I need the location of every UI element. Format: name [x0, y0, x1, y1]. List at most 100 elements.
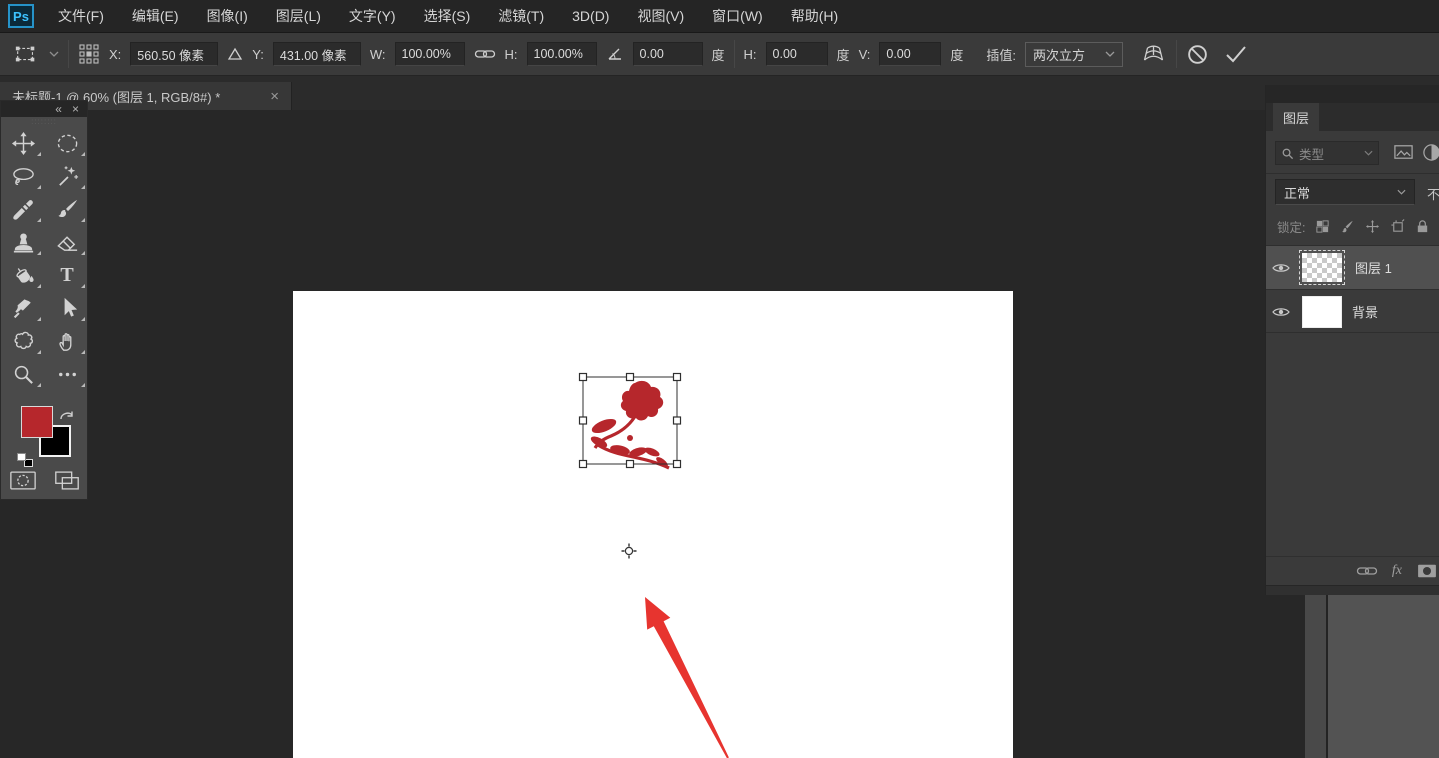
x-position-input[interactable]	[130, 42, 218, 66]
commit-transform-button[interactable]	[1224, 43, 1248, 65]
zoom-tool[interactable]	[1, 358, 45, 391]
menu-file[interactable]: 文件(F)	[44, 0, 118, 33]
lock-position-icon[interactable]	[1365, 219, 1380, 234]
menu-select[interactable]: 选择(S)	[410, 0, 485, 33]
divider	[1266, 332, 1439, 333]
y-position-input[interactable]	[273, 42, 361, 66]
height-scale-input[interactable]	[527, 42, 597, 66]
flower-artwork	[589, 381, 669, 469]
foreground-color-swatch[interactable]	[21, 406, 53, 438]
close-document-icon[interactable]: ×	[266, 88, 283, 105]
layer-filter-select[interactable]: 类型	[1275, 141, 1379, 165]
h-skew-unit-label: 度	[837, 45, 850, 64]
link-dimensions-icon[interactable]	[474, 47, 496, 61]
elliptical-marquee-tool[interactable]	[45, 127, 89, 160]
delta-relative-position-icon[interactable]	[227, 47, 243, 61]
tool-preset-chevron-icon[interactable]	[49, 51, 59, 57]
background-thumbnail[interactable]	[1302, 296, 1342, 328]
eraser-tool[interactable]	[45, 226, 89, 259]
filter-adjustment-layers-icon[interactable]	[1422, 143, 1439, 162]
eraser-icon	[55, 230, 80, 255]
path-selection-tool[interactable]	[45, 292, 89, 325]
quick-mask-button[interactable]	[9, 469, 37, 492]
menu-window[interactable]: 窗口(W)	[698, 0, 777, 33]
layers-panel-body: 类型 正常	[1266, 131, 1439, 595]
lock-all-icon[interactable]	[1415, 219, 1430, 234]
lock-artboard-icon[interactable]	[1390, 219, 1405, 234]
rotate-unit-label: 度	[712, 45, 725, 64]
h-skew-input[interactable]	[766, 42, 828, 66]
rotate-angle-icon	[606, 46, 624, 62]
reference-point-grid-icon[interactable]	[78, 43, 100, 65]
menu-view[interactable]: 视图(V)	[623, 0, 698, 33]
menu-type[interactable]: 文字(Y)	[335, 0, 410, 33]
swap-colors-icon[interactable]	[58, 407, 76, 423]
hand-tool[interactable]	[45, 325, 89, 358]
lock-label: 锁定:	[1277, 217, 1305, 236]
menu-edit[interactable]: 编辑(E)	[118, 0, 193, 33]
pen-tool[interactable]	[1, 292, 45, 325]
dock-scroll-strip[interactable]	[1305, 595, 1326, 758]
search-icon	[1281, 147, 1294, 160]
lock-row: 锁定:	[1266, 213, 1439, 239]
collapse-panel-icon[interactable]: «	[55, 102, 62, 116]
link-layers-button[interactable]	[1356, 564, 1378, 578]
menu-layer[interactable]: 图层(L)	[262, 0, 335, 33]
type-tool[interactable]: T	[45, 259, 89, 292]
cancel-transform-button[interactable]	[1186, 43, 1209, 66]
menu-image[interactable]: 图像(I)	[193, 0, 262, 33]
warp-mode-button[interactable]	[1140, 42, 1167, 66]
layer-style-button[interactable]: fx	[1392, 563, 1402, 579]
transform-reference-point[interactable]	[622, 544, 637, 559]
layer1-thumbnail[interactable]	[1299, 250, 1345, 285]
brush-tool[interactable]	[45, 193, 89, 226]
add-layer-mask-button[interactable]	[1416, 563, 1438, 579]
menu-filter[interactable]: 滤镜(T)	[484, 0, 558, 33]
rotate-angle-input[interactable]	[633, 42, 703, 66]
blend-mode-select[interactable]: 正常	[1275, 179, 1415, 205]
panel-grip[interactable]: ::::::::	[1, 117, 87, 127]
layer-row-layer1[interactable]: 图层 1	[1266, 246, 1439, 289]
layer1-name[interactable]: 图层 1	[1355, 258, 1392, 277]
default-colors-icon[interactable]	[17, 453, 33, 467]
magic-wand-tool[interactable]	[45, 160, 89, 193]
lock-transparency-icon[interactable]	[1315, 219, 1330, 234]
document-canvas[interactable]	[293, 291, 1013, 758]
menu-help[interactable]: 帮助(H)	[777, 0, 852, 33]
lasso-tool[interactable]	[1, 160, 45, 193]
move-icon	[11, 131, 36, 156]
close-panel-icon[interactable]: ×	[72, 102, 79, 116]
move-tool[interactable]	[1, 127, 45, 160]
selection-arrow-icon	[55, 296, 80, 321]
custom-shape-tool[interactable]	[1, 325, 45, 358]
divider	[68, 40, 69, 68]
panel-bottom-edge	[1266, 585, 1439, 595]
tab-layers[interactable]: 图层	[1273, 103, 1319, 131]
layer-row-background[interactable]: 背景	[1266, 290, 1439, 333]
more-tools-button[interactable]	[45, 358, 89, 391]
hand-icon	[55, 329, 80, 354]
layer1-visibility-toggle[interactable]	[1266, 262, 1296, 274]
custom-shape-icon	[11, 329, 36, 354]
width-label: W:	[370, 47, 386, 62]
filter-pixel-layers-icon[interactable]	[1393, 143, 1414, 161]
width-scale-input[interactable]	[395, 42, 465, 66]
tool-grid: T	[1, 127, 87, 391]
lock-pixels-icon[interactable]	[1340, 219, 1355, 234]
dock-header[interactable]	[1266, 85, 1439, 103]
divider	[1266, 173, 1439, 174]
menu-3d[interactable]: 3D(D)	[558, 0, 623, 33]
paint-bucket-tool[interactable]	[1, 259, 45, 292]
eyedropper-icon	[11, 197, 36, 222]
background-visibility-toggle[interactable]	[1266, 306, 1296, 318]
photoshop-logo-icon[interactable]: Ps	[8, 4, 34, 28]
interpolation-select[interactable]: 两次立方	[1025, 42, 1123, 67]
v-skew-input[interactable]	[879, 42, 941, 66]
document-tab-bar: 未标题-1 @ 60% (图层 1, RGB/8#) * ×	[0, 76, 1439, 110]
background-name[interactable]: 背景	[1352, 302, 1378, 321]
eye-icon	[1272, 262, 1290, 274]
clone-stamp-tool[interactable]	[1, 226, 45, 259]
screen-mode-button[interactable]	[53, 469, 81, 492]
eyedropper-tool[interactable]	[1, 193, 45, 226]
h-skew-label: H:	[744, 47, 757, 62]
